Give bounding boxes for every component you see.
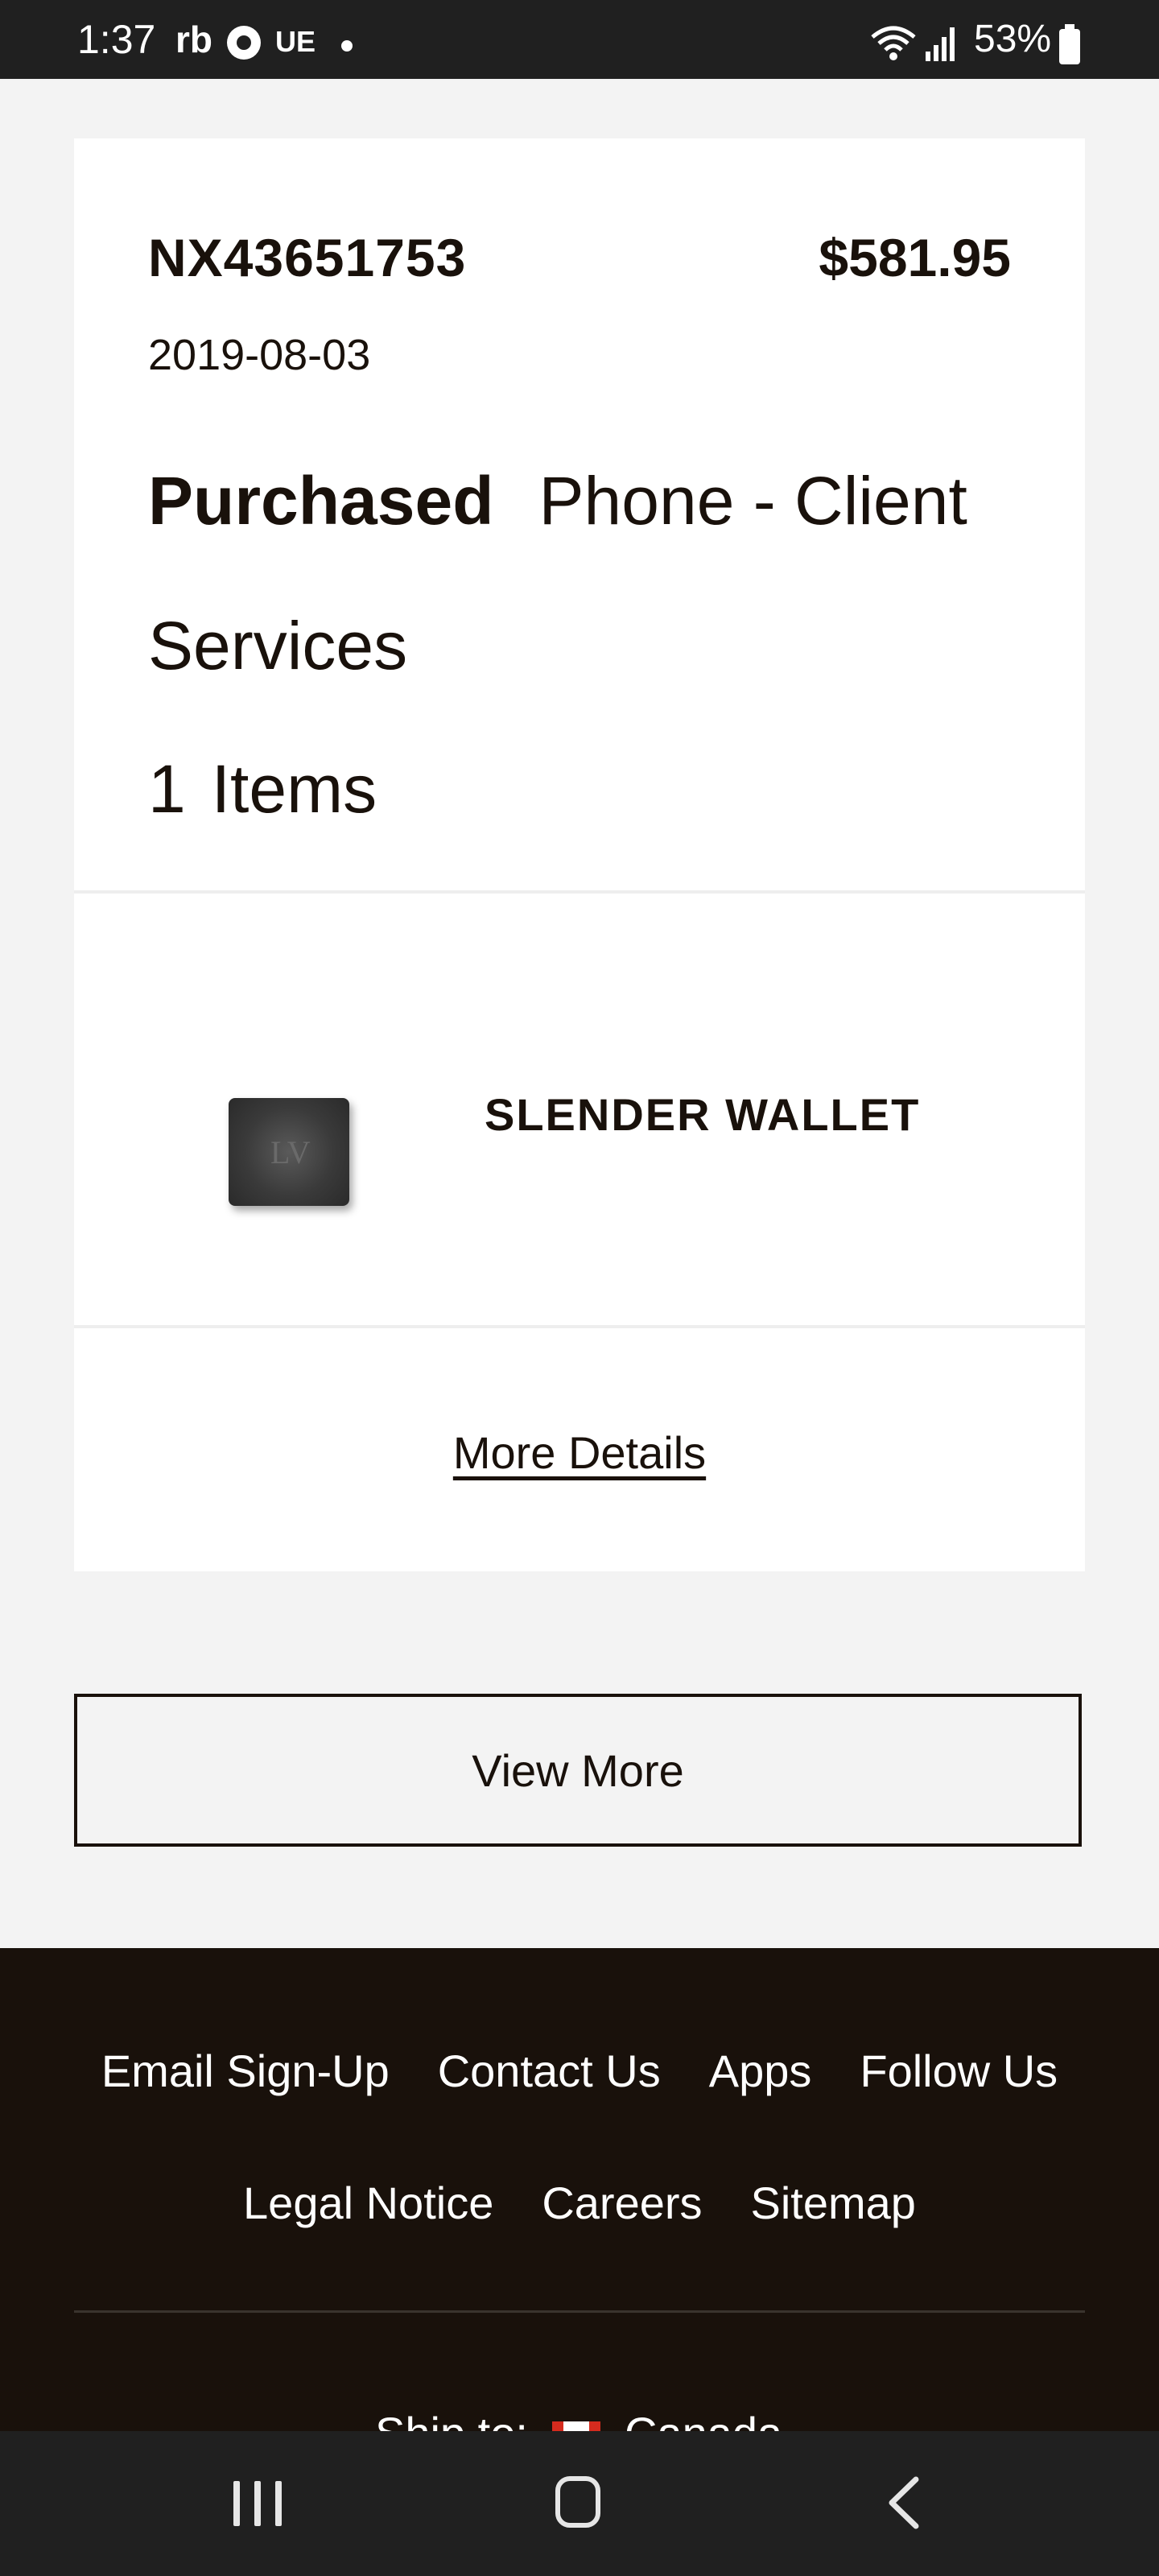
wifi-icon (871, 26, 916, 60)
divider (74, 890, 1085, 894)
item-count-number: 1 (148, 751, 186, 827)
order-status-line: Purchased Phone - Client Services (148, 428, 1001, 718)
footer-divider (74, 2310, 1085, 2313)
order-total: $581.95 (819, 228, 1011, 287)
signal-icon (926, 27, 955, 61)
notification-dot-icon (341, 40, 353, 52)
footer-links-row: Legal Notice Careers Sitemap (0, 2177, 1159, 2229)
order-status: Purchased (148, 463, 494, 539)
order-item-count: 1 Items (148, 716, 377, 861)
order-date: 2019-08-03 (148, 331, 371, 379)
order-card: NX43651753 $581.95 2019-08-03 Purchased P… (74, 138, 1085, 1571)
rb-app-icon: rb (175, 19, 212, 60)
footer-link-careers[interactable]: Careers (542, 2177, 702, 2229)
footer-link-email-signup[interactable]: Email Sign-Up (101, 2045, 390, 2097)
footer-link-legal-notice[interactable]: Legal Notice (243, 2177, 493, 2229)
view-more-button[interactable]: View More (74, 1694, 1082, 1847)
item-count-label: Items (211, 751, 377, 827)
back-icon[interactable] (884, 2476, 924, 2529)
home-icon[interactable] (555, 2476, 600, 2528)
footer-link-follow-us[interactable]: Follow Us (860, 2045, 1058, 2097)
battery-icon (1059, 24, 1080, 64)
wallet-product-image[interactable] (229, 1098, 349, 1206)
recents-icon[interactable] (233, 2481, 283, 2526)
battery-percent: 53% (974, 18, 1052, 60)
more-details-link[interactable]: More Details (74, 1426, 1085, 1479)
footer-link-apps[interactable]: Apps (709, 2045, 812, 2097)
footer-link-contact-us[interactable]: Contact Us (438, 2045, 661, 2097)
order-number: NX43651753 (148, 228, 467, 287)
footer: Email Sign-Up Contact Us Apps Follow Us … (0, 1948, 1159, 2458)
divider (74, 1325, 1085, 1328)
ue-app-icon: UE (275, 25, 316, 58)
product-name[interactable]: SLENDER WALLET (485, 1088, 920, 1141)
status-time: 1:37 (77, 17, 156, 62)
status-bar: 1:37 rb UE 53% (0, 0, 1159, 79)
footer-links-row: Email Sign-Up Contact Us Apps Follow Us (0, 2045, 1159, 2097)
system-nav-bar (0, 2431, 1159, 2576)
chrome-icon (227, 26, 261, 60)
footer-link-sitemap[interactable]: Sitemap (751, 2177, 916, 2229)
